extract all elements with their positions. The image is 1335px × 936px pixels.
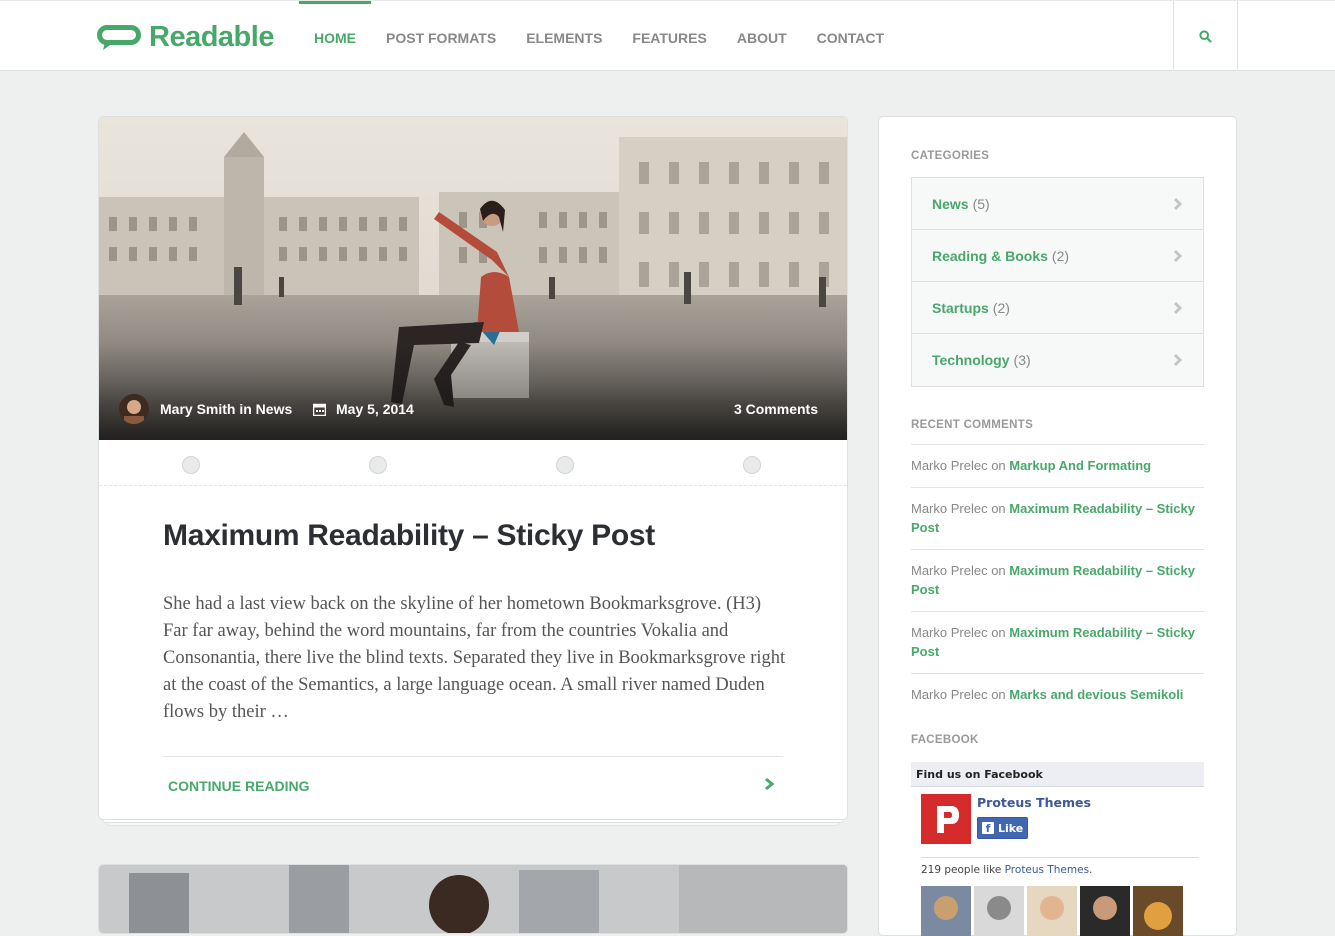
post-excerpt: She had a last view back on the skyline …: [163, 594, 786, 722]
format-dot[interactable]: [182, 456, 200, 474]
top-header: Readable HOME POST FORMATS ELEMENTS FEAT…: [0, 0, 1335, 71]
post-date-text: May 5, 2014: [336, 401, 414, 417]
nav-post-formats[interactable]: POST FORMATS: [371, 1, 511, 71]
comment-on-text: on: [991, 458, 1006, 473]
nav-features[interactable]: FEATURES: [617, 1, 721, 71]
continue-reading-link[interactable]: CONTINUE READING: [168, 778, 310, 794]
search-icon: [1199, 29, 1212, 43]
comment-author: Marko Prelec: [911, 458, 988, 473]
category-count: (2): [992, 299, 1010, 316]
site-logo[interactable]: Readable: [97, 20, 274, 54]
proteus-logo-icon[interactable]: [921, 794, 971, 844]
chevron-right-icon: [1173, 197, 1183, 214]
recent-comment-item: Marko Prelec on Markup And Formating: [911, 444, 1204, 487]
nav-about[interactable]: ABOUT: [722, 1, 802, 71]
nav-home[interactable]: HOME: [299, 1, 371, 71]
like-label: Like: [998, 821, 1024, 835]
category-count: (3): [1013, 352, 1031, 368]
comment-author: Marko Prelec: [911, 563, 988, 578]
like-count-prefix: 219 people like: [921, 864, 1002, 876]
fan-avatar[interactable]: [1027, 886, 1077, 936]
post-author[interactable]: Mary Smith in News: [160, 401, 292, 417]
speech-bubble-logo-icon: [97, 25, 141, 50]
category-name: News: [932, 195, 969, 212]
category-item-technology[interactable]: Technology (3): [912, 334, 1203, 386]
search-button[interactable]: [1173, 1, 1238, 71]
facebook-box-header: Find us on Facebook: [911, 762, 1204, 787]
format-dot[interactable]: [556, 456, 574, 474]
like-count-suffix: .: [1089, 864, 1093, 876]
facebook-widget-title: FACEBOOK: [911, 734, 979, 746]
category-item-news[interactable]: News (5): [912, 178, 1203, 230]
comment-post-link[interactable]: Marks and devious Semikoli: [1009, 687, 1183, 702]
logo-text: Readable: [149, 20, 274, 53]
category-name: Technology: [932, 352, 1010, 368]
comment-author: Marko Prelec: [911, 687, 988, 702]
post-format-strip: [99, 440, 847, 486]
format-dot[interactable]: [369, 456, 387, 474]
facebook-icon: f: [982, 822, 994, 835]
category-name: Reading & Books: [932, 247, 1048, 264]
facebook-page-info: Proteus Themes f Like: [911, 787, 1204, 851]
recent-comment-item: Marko Prelec on Maximum Readability – St…: [911, 549, 1204, 611]
facebook-page-name[interactable]: Proteus Themes: [977, 795, 1091, 810]
sidebar: CATEGORIES News (5) Reading & Books (2) …: [878, 116, 1237, 936]
post-card: Mary Smith in News May 5, 2014 3 Comment…: [98, 116, 848, 820]
post-date: May 5, 2014: [313, 401, 414, 417]
post-card-next: [98, 864, 848, 934]
facebook-like-count: 219 people like Proteus Themes.: [921, 864, 1204, 876]
facebook-like-button[interactable]: f Like: [977, 817, 1029, 839]
recent-comments-widget-title: RECENT COMMENTS: [911, 419, 1034, 431]
main-nav: HOME POST FORMATS ELEMENTS FEATURES ABOU…: [299, 1, 899, 71]
chevron-right-icon: [1173, 249, 1183, 266]
recent-comment-item: Marko Prelec on Marks and devious Semiko…: [911, 673, 1204, 716]
chevron-right-icon: [1173, 301, 1183, 318]
fan-avatar[interactable]: [921, 886, 971, 936]
category-item-startups[interactable]: Startups (2): [912, 282, 1203, 334]
recent-comment-item: Marko Prelec on Maximum Readability – St…: [911, 487, 1204, 549]
post-title[interactable]: Maximum Readability – Sticky Post: [163, 519, 803, 553]
recent-comments-list: Marko Prelec on Markup And Formating Mar…: [911, 444, 1204, 716]
chevron-right-icon[interactable]: [763, 777, 775, 796]
facebook-fan-faces: [921, 886, 1186, 936]
nav-elements[interactable]: ELEMENTS: [511, 1, 617, 71]
comment-on-text: on: [991, 563, 1006, 578]
comment-post-link[interactable]: Markup And Formating: [1009, 458, 1151, 473]
comment-author: Marko Prelec: [911, 501, 988, 516]
format-dot[interactable]: [743, 456, 761, 474]
post-featured-image-next[interactable]: [99, 865, 847, 934]
like-count-page-link[interactable]: Proteus Themes: [1005, 864, 1089, 876]
fan-avatar[interactable]: [1133, 886, 1183, 936]
comment-author: Marko Prelec: [911, 625, 988, 640]
categories-widget-title: CATEGORIES: [911, 150, 990, 162]
post-meta-bar: Mary Smith in News May 5, 2014 3 Comment…: [99, 379, 847, 440]
divider: [921, 857, 1199, 858]
recent-comment-item: Marko Prelec on Maximum Readability – St…: [911, 611, 1204, 673]
calendar-icon: [313, 403, 326, 416]
category-item-reading-books[interactable]: Reading & Books (2): [912, 230, 1203, 282]
author-avatar[interactable]: [119, 394, 149, 424]
fan-avatar[interactable]: [1080, 886, 1130, 936]
comment-on-text: on: [991, 501, 1006, 516]
comment-on-text: on: [991, 687, 1006, 702]
comment-on-text: on: [991, 625, 1006, 640]
facebook-like-box: Find us on Facebook Proteus Themes f Lik…: [911, 762, 1204, 936]
fan-avatar[interactable]: [974, 886, 1024, 936]
nav-contact[interactable]: CONTACT: [802, 1, 899, 71]
chevron-right-icon: [1173, 353, 1183, 370]
category-name: Startups: [932, 299, 989, 316]
post-comments-link[interactable]: 3 Comments: [734, 401, 818, 417]
divider: [163, 756, 783, 757]
category-count: (5): [972, 195, 990, 212]
categories-list: News (5) Reading & Books (2) Startups (2…: [911, 177, 1204, 387]
category-count: (2): [1051, 247, 1070, 264]
